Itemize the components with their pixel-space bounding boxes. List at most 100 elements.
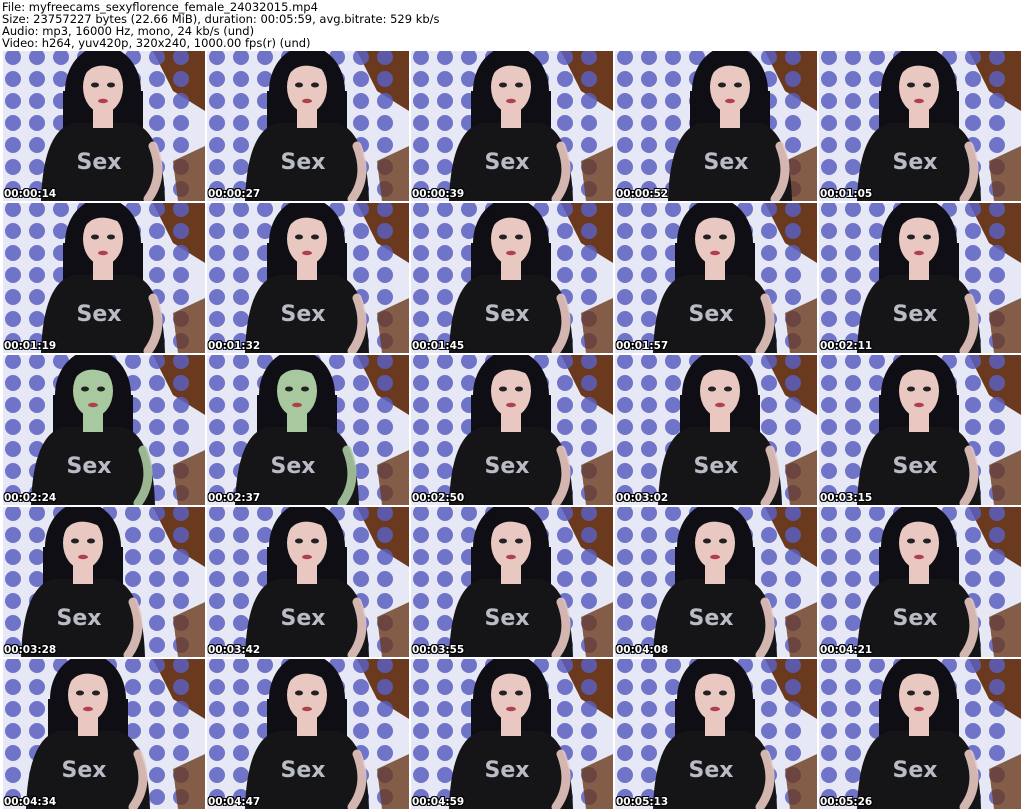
timestamp-label: 00:00:39 bbox=[412, 188, 465, 200]
shirt-print-text: Sex bbox=[893, 150, 938, 175]
timestamp-label: 00:04:47 bbox=[208, 796, 261, 808]
shirt-print-text: Sex bbox=[62, 758, 107, 783]
video-thumbnail: Sex 00:00:27 bbox=[207, 51, 409, 201]
video-info-line: Video: h264, yuv420p, 320x240, 1000.00 f… bbox=[2, 36, 311, 50]
timestamp-label: 00:01:57 bbox=[616, 340, 669, 352]
video-thumbnail: Sex 00:03:55 bbox=[411, 507, 613, 657]
shirt-print-text: Sex bbox=[485, 758, 530, 783]
timestamp-label: 00:01:45 bbox=[412, 340, 465, 352]
shirt-print-text: Sex bbox=[704, 150, 749, 175]
video-thumbnail: Sex 00:03:15 bbox=[819, 355, 1021, 505]
shirt-print-text: Sex bbox=[281, 150, 326, 175]
video-thumbnail: Sex 00:05:13 bbox=[615, 659, 817, 809]
shirt-print-text: Sex bbox=[281, 758, 326, 783]
video-thumbnail: Sex 00:01:57 bbox=[615, 203, 817, 353]
timestamp-label: 00:03:55 bbox=[412, 644, 465, 656]
timestamp-label: 00:02:37 bbox=[208, 492, 261, 504]
thumbnail-frame-image: Sex bbox=[3, 51, 205, 201]
timestamp-label: 00:04:08 bbox=[616, 644, 669, 656]
timestamp-label: 00:03:02 bbox=[616, 492, 669, 504]
video-thumbnail: Sex 00:00:52 bbox=[615, 51, 817, 201]
shirt-print-text: Sex bbox=[77, 302, 122, 327]
timestamp-label: 00:02:50 bbox=[412, 492, 465, 504]
file-info-header: File: myfreecams_sexyflorence_female_240… bbox=[2, 1, 1022, 49]
shirt-print-text: Sex bbox=[893, 302, 938, 327]
thumbnail-frame-image: Sex bbox=[819, 659, 1021, 809]
video-thumbnail: Sex 00:04:47 bbox=[207, 659, 409, 809]
thumbnail-frame-image: Sex bbox=[207, 355, 409, 505]
video-thumbnail: Sex 00:04:34 bbox=[3, 659, 205, 809]
timestamp-label: 00:04:21 bbox=[820, 644, 873, 656]
video-thumbnail: Sex 00:03:42 bbox=[207, 507, 409, 657]
thumbnail-frame-image: Sex bbox=[411, 51, 613, 201]
timestamp-label: 00:00:52 bbox=[616, 188, 669, 200]
video-thumbnail: Sex 00:05:26 bbox=[819, 659, 1021, 809]
shirt-print-text: Sex bbox=[77, 150, 122, 175]
thumbnail-frame-image: Sex bbox=[411, 203, 613, 353]
thumbnail-frame-image: Sex bbox=[207, 507, 409, 657]
thumbnail-frame-image: Sex bbox=[207, 203, 409, 353]
shirt-print-text: Sex bbox=[893, 758, 938, 783]
thumbnail-frame-image: Sex bbox=[3, 203, 205, 353]
shirt-print-text: Sex bbox=[694, 454, 739, 479]
timestamp-label: 00:04:34 bbox=[4, 796, 57, 808]
timestamp-label: 00:05:26 bbox=[820, 796, 873, 808]
timestamp-label: 00:05:13 bbox=[616, 796, 669, 808]
shirt-print-text: Sex bbox=[893, 606, 938, 631]
video-thumbnail: Sex 00:00:14 bbox=[3, 51, 205, 201]
video-thumbnail: Sex 00:04:21 bbox=[819, 507, 1021, 657]
thumbnail-frame-image: Sex bbox=[207, 51, 409, 201]
shirt-print-text: Sex bbox=[271, 454, 316, 479]
video-thumbnail: Sex 00:02:37 bbox=[207, 355, 409, 505]
thumbnail-frame-image: Sex bbox=[3, 355, 205, 505]
thumbnail-frame-image: Sex bbox=[819, 203, 1021, 353]
video-thumbnail: Sex 00:02:11 bbox=[819, 203, 1021, 353]
video-thumbnail: Sex 00:01:32 bbox=[207, 203, 409, 353]
shirt-print-text: Sex bbox=[485, 302, 530, 327]
shirt-print-text: Sex bbox=[67, 454, 112, 479]
timestamp-label: 00:00:14 bbox=[4, 188, 57, 200]
video-thumbnail: Sex 00:01:45 bbox=[411, 203, 613, 353]
thumbnail-frame-image: Sex bbox=[615, 51, 817, 201]
thumbnail-frame-image: Sex bbox=[3, 507, 205, 657]
shirt-print-text: Sex bbox=[281, 302, 326, 327]
shirt-print-text: Sex bbox=[689, 758, 734, 783]
timestamp-label: 00:03:28 bbox=[4, 644, 57, 656]
thumbnail-frame-image: Sex bbox=[615, 507, 817, 657]
video-thumbnail: Sex 00:02:50 bbox=[411, 355, 613, 505]
shirt-print-text: Sex bbox=[485, 150, 530, 175]
thumbnail-frame-image: Sex bbox=[411, 507, 613, 657]
video-thumbnail: Sex 00:01:19 bbox=[3, 203, 205, 353]
thumbnail-frame-image: Sex bbox=[411, 355, 613, 505]
video-thumbnail: Sex 00:00:39 bbox=[411, 51, 613, 201]
contact-sheet: File: myfreecams_sexyflorence_female_240… bbox=[0, 0, 1024, 811]
video-thumbnail: Sex 00:02:24 bbox=[3, 355, 205, 505]
thumbnail-grid: Sex 00:00:14 Sex 00:00:27 Sex 00:00:39 Sex 00:0… bbox=[3, 51, 1023, 811]
video-thumbnail: Sex 00:03:02 bbox=[615, 355, 817, 505]
shirt-print-text: Sex bbox=[893, 454, 938, 479]
thumbnail-frame-image: Sex bbox=[615, 659, 817, 809]
timestamp-label: 00:01:32 bbox=[208, 340, 261, 352]
timestamp-label: 00:00:27 bbox=[208, 188, 261, 200]
video-thumbnail: Sex 00:01:05 bbox=[819, 51, 1021, 201]
video-thumbnail: Sex 00:04:08 bbox=[615, 507, 817, 657]
shirt-print-text: Sex bbox=[57, 606, 102, 631]
shirt-print-text: Sex bbox=[485, 606, 530, 631]
shirt-print-text: Sex bbox=[281, 606, 326, 631]
thumbnail-frame-image: Sex bbox=[615, 355, 817, 505]
timestamp-label: 00:04:59 bbox=[412, 796, 465, 808]
shirt-print-text: Sex bbox=[689, 302, 734, 327]
video-thumbnail: Sex 00:04:59 bbox=[411, 659, 613, 809]
video-thumbnail: Sex 00:03:28 bbox=[3, 507, 205, 657]
thumbnail-frame-image: Sex bbox=[411, 659, 613, 809]
thumbnail-frame-image: Sex bbox=[819, 507, 1021, 657]
thumbnail-frame-image: Sex bbox=[615, 203, 817, 353]
thumbnail-frame-image: Sex bbox=[207, 659, 409, 809]
timestamp-label: 00:02:11 bbox=[820, 340, 873, 352]
timestamp-label: 00:01:05 bbox=[820, 188, 873, 200]
timestamp-label: 00:03:15 bbox=[820, 492, 873, 504]
timestamp-label: 00:02:24 bbox=[4, 492, 57, 504]
thumbnail-frame-image: Sex bbox=[819, 355, 1021, 505]
shirt-print-text: Sex bbox=[689, 606, 734, 631]
shirt-print-text: Sex bbox=[485, 454, 530, 479]
